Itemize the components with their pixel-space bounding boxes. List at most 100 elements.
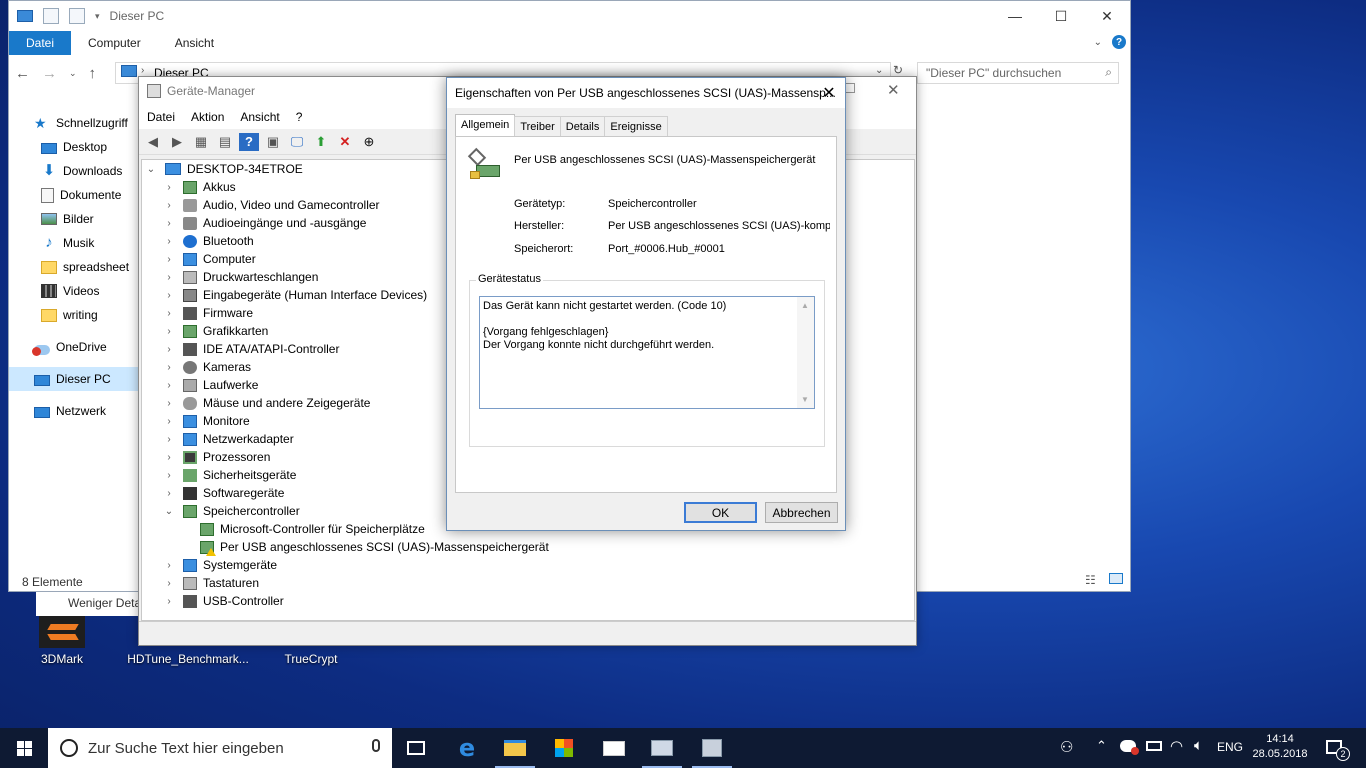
refresh-icon[interactable]: ↻ (893, 63, 903, 77)
tree-item-graphics[interactable]: › Grafikkarten (163, 322, 268, 340)
devmgr-maximize-button[interactable] (845, 83, 855, 93)
collapse-chevron-icon[interactable]: ⌄ (163, 506, 175, 517)
tree-item-audio-io[interactable]: › Audioeingänge und -ausgänge (163, 214, 366, 232)
tree-item-hid[interactable]: › Eingabegeräte (Human Interface Devices) (163, 286, 427, 304)
dialog-close-button[interactable]: ✕ (813, 78, 845, 108)
expand-chevron-icon[interactable]: › (163, 470, 175, 481)
edge-icon[interactable]: e (443, 728, 491, 768)
tab-details[interactable]: Details (559, 116, 606, 136)
new-folder-quickaccess-icon[interactable] (69, 8, 85, 24)
expand-chevron-icon[interactable]: › (163, 326, 175, 337)
back-icon[interactable]: ← (15, 65, 30, 82)
scroll-up-icon[interactable]: ▲ (801, 299, 809, 312)
language-indicator[interactable]: ENG (1217, 740, 1243, 754)
expand-chevron-icon[interactable]: › (163, 596, 175, 607)
less-details-toggle[interactable]: Weniger Details (36, 592, 138, 616)
task-view-icon[interactable] (392, 728, 440, 768)
expand-chevron-icon[interactable]: › (163, 488, 175, 499)
tree-item-storage-controllers[interactable]: ⌄ Speichercontroller (163, 502, 300, 520)
expand-chevron-icon[interactable]: › (163, 308, 175, 319)
expand-chevron-icon[interactable]: › (163, 182, 175, 193)
desktop-icon-3dmark[interactable]: 3DMark (17, 616, 107, 666)
tree-item-software-devices[interactable]: › Softwaregeräte (163, 484, 284, 502)
tree-item-monitors[interactable]: › Monitore (163, 412, 249, 430)
wifi-icon[interactable]: ◠ (1170, 737, 1183, 755)
details-view-icon[interactable]: ☷ (1085, 573, 1096, 587)
maximize-button[interactable]: ☐ (1038, 1, 1084, 31)
onedrive-error-icon[interactable] (1120, 740, 1139, 755)
help-icon[interactable]: ? (239, 132, 259, 151)
tree-item-security[interactable]: › Sicherheitsgeräte (163, 466, 296, 484)
tree-view-icon[interactable]: ▦ (191, 133, 211, 151)
nav-item-spreadsheet[interactable]: spreadsheet (9, 255, 139, 279)
tab-ereignisse[interactable]: Ereignisse (604, 116, 668, 136)
expand-chevron-icon[interactable]: › (163, 290, 175, 301)
tree-item-print-queues[interactable]: › Druckwarteschlangen (163, 268, 318, 286)
disable-device-icon[interactable]: ⊕ (359, 133, 379, 151)
expand-chevron-icon[interactable]: › (163, 560, 175, 571)
tab-ansicht[interactable]: Ansicht (158, 31, 231, 55)
expand-chevron-icon[interactable]: › (163, 362, 175, 373)
forward-icon[interactable]: → (42, 65, 57, 82)
menu-ansicht[interactable]: Ansicht (232, 110, 287, 124)
quickaccess-dropdown-icon[interactable]: ▾ (95, 11, 100, 22)
expand-chevron-icon[interactable]: › (163, 416, 175, 427)
expand-chevron-icon[interactable]: › (163, 344, 175, 355)
collapse-chevron-icon[interactable]: ⌄ (145, 164, 157, 175)
recent-locations-icon[interactable]: ⌄ (69, 68, 77, 79)
people-icon[interactable]: ⚇ (1060, 738, 1073, 756)
properties-icon[interactable]: ▤ (215, 133, 235, 151)
nav-item-videos[interactable]: Videos (9, 279, 139, 303)
clock[interactable]: 14:14 28.05.2018 (1250, 732, 1310, 762)
expand-chevron-icon[interactable]: › (163, 200, 175, 211)
store-icon[interactable] (540, 728, 588, 768)
desktop-icon-hdtune[interactable]: HDTune_Benchmark... (126, 652, 250, 666)
tree-item-cameras[interactable]: › Kameras (163, 358, 251, 376)
expand-chevron-icon[interactable]: › (163, 398, 175, 409)
address-dropdown-icon[interactable]: ⌄ (875, 65, 883, 76)
details-view-icon[interactable]: ▣ (263, 133, 283, 151)
mail-icon[interactable] (590, 728, 638, 768)
status-scrollbar[interactable]: ▲ ▼ (797, 297, 814, 408)
close-button[interactable]: ✕ (1084, 1, 1130, 31)
show-hidden-icons[interactable]: ⌃ (1096, 738, 1107, 754)
taskbar-search-input[interactable]: Zur Suche Text hier eingeben (48, 728, 392, 768)
scan-hardware-icon[interactable]: 🖵 (287, 133, 307, 151)
tab-allgemein[interactable]: Allgemein (455, 114, 516, 136)
help-icon[interactable]: ? (1112, 35, 1126, 49)
tab-computer[interactable]: Computer (71, 31, 158, 55)
menu-help[interactable]: ? (288, 110, 311, 124)
minimize-button[interactable]: — (992, 1, 1038, 31)
nav-item-writing[interactable]: writing (9, 303, 139, 327)
tree-item-ide-ata[interactable]: › IDE ATA/ATAPI-Controller (163, 340, 339, 358)
volume-icon[interactable]: 🔈︎ (1194, 737, 1203, 754)
nav-item-dokumente[interactable]: Dokumente (9, 183, 139, 207)
nav-item-schnellzugriff[interactable]: ★ Schnellzugriff (9, 111, 139, 135)
tree-item-keyboards[interactable]: › Tastaturen (163, 574, 259, 592)
update-driver-icon[interactable]: ⬆ (311, 133, 331, 151)
uninstall-icon[interactable]: ✕ (335, 133, 355, 151)
tree-item-processors[interactable]: › Prozessoren (163, 448, 270, 466)
tree-root[interactable]: ⌄ DESKTOP-34ETROE (145, 160, 303, 178)
tab-datei[interactable]: Datei (9, 31, 72, 55)
tree-item-mice[interactable]: › Mäuse und andere Zeigegeräte (163, 394, 370, 412)
ok-button[interactable]: OK (684, 502, 757, 523)
expand-chevron-icon[interactable]: › (163, 236, 175, 247)
up-icon[interactable]: ↑ (89, 65, 97, 82)
device-properties-taskbar-icon[interactable] (688, 728, 736, 768)
breadcrumb-chevron-icon[interactable]: › (141, 65, 144, 76)
device-status-textbox[interactable]: Das Gerät kann nicht gestartet werden. (… (479, 296, 815, 409)
expand-chevron-icon[interactable]: › (163, 578, 175, 589)
tree-item-computer[interactable]: › Computer (163, 250, 255, 268)
desktop-icon-truecrypt[interactable]: TrueCrypt (266, 652, 356, 666)
devmgr-close-button[interactable]: ✕ (887, 81, 900, 99)
tree-item-uas-storage-device[interactable]: Per USB angeschlossenes SCSI (UAS)-Masse… (200, 538, 549, 556)
forward-icon[interactable]: ▶ (167, 133, 187, 151)
tree-item-network-adapters[interactable]: › Netzwerkadapter (163, 430, 293, 448)
tree-item-system-devices[interactable]: › Systemgeräte (163, 556, 277, 574)
menu-datei[interactable]: Datei (139, 110, 183, 124)
tree-item-audio-video[interactable]: › Audio, Video und Gamecontroller (163, 196, 379, 214)
file-explorer-icon[interactable] (491, 728, 539, 768)
nav-item-bilder[interactable]: Bilder (9, 207, 139, 231)
nav-item-netzwerk[interactable]: Netzwerk (9, 399, 139, 423)
